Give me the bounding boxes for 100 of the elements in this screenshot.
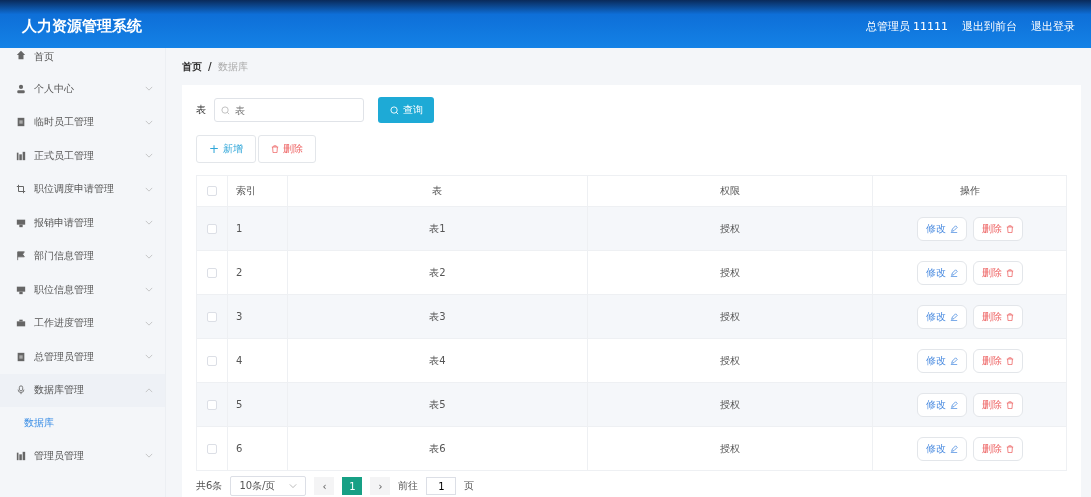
menu-item[interactable]: 报销申请管理	[0, 206, 165, 240]
pencil-icon	[949, 312, 958, 321]
row-checkbox[interactable]	[207, 223, 217, 234]
pencil-icon	[949, 356, 958, 365]
trash-icon	[1005, 224, 1014, 233]
home-icon	[16, 50, 26, 60]
page-number[interactable]: 1	[342, 477, 363, 495]
edit-button[interactable]: 修改	[916, 260, 967, 285]
pencil-icon	[949, 444, 958, 453]
goto-label: 前往	[398, 479, 419, 493]
page-unit-label: 页	[464, 479, 475, 493]
chat-icon	[16, 217, 26, 228]
select-all-checkbox[interactable]	[207, 186, 217, 196]
table-cell: 表3	[287, 295, 587, 338]
table-cell: 授权	[586, 295, 872, 338]
trash-icon	[1005, 444, 1014, 453]
menu-item[interactable]: 首页	[0, 50, 165, 72]
table-cell: 表5	[287, 383, 587, 426]
delete-button[interactable]: 删除	[972, 392, 1023, 417]
chart-icon	[16, 450, 26, 461]
submenu-item[interactable]: 数据库	[0, 407, 165, 439]
pencil-icon	[949, 224, 958, 233]
page-size-select[interactable]: 10条/页	[230, 476, 307, 496]
chevron-icon	[145, 86, 153, 92]
add-button[interactable]: + 新增	[196, 135, 257, 163]
breadcrumb-separator: /	[208, 61, 212, 72]
menu-item[interactable]: 总管理员管理	[0, 340, 165, 374]
chevron-icon	[145, 287, 153, 293]
menu-item[interactable]: 数据库管理	[0, 373, 165, 407]
search-icon	[389, 105, 399, 115]
pencil-icon	[949, 268, 958, 277]
table-cell: 授权	[586, 383, 872, 426]
doc-icon	[16, 351, 26, 362]
edit-button[interactable]: 修改	[916, 436, 967, 461]
user-label: 总管理员 11111	[865, 18, 948, 34]
chevron-icon	[289, 482, 298, 490]
next-page-button[interactable]: ›	[370, 477, 391, 495]
breadcrumb-link[interactable]: 首页	[182, 59, 202, 74]
table-cell: 授权	[586, 427, 872, 470]
row-checkbox[interactable]	[207, 267, 217, 278]
chart-icon	[16, 150, 26, 161]
search-field[interactable]: 表	[214, 98, 364, 122]
edit-button[interactable]: 修改	[916, 304, 967, 329]
delete-button[interactable]: 删除	[972, 436, 1023, 461]
crop-icon	[16, 184, 26, 195]
delete-button[interactable]: 删除	[258, 135, 317, 163]
table-cell: 表6	[287, 427, 587, 470]
chevron-icon	[145, 153, 153, 159]
menu-item[interactable]: 管理员管理	[0, 439, 165, 473]
chevron-icon	[145, 220, 153, 226]
row-checkbox[interactable]	[207, 399, 217, 410]
row-checkbox[interactable]	[207, 311, 217, 322]
table-cell: 表1	[287, 207, 587, 250]
search-label: 表	[196, 103, 206, 117]
chevron-icon	[145, 320, 153, 326]
delete-button[interactable]: 删除	[972, 260, 1023, 285]
chevron-icon	[145, 119, 153, 125]
trash-icon	[271, 145, 280, 153]
mic-icon	[16, 385, 26, 396]
trash-icon	[1005, 356, 1014, 365]
chevron-icon	[145, 453, 153, 459]
chevron-icon	[145, 253, 153, 259]
trash-icon	[1005, 312, 1014, 321]
chevron-icon	[145, 186, 153, 192]
header-link[interactable]: 退出到前台	[962, 18, 1017, 34]
edit-button[interactable]: 修改	[916, 348, 967, 373]
menu-item[interactable]: 正式员工管理	[0, 139, 165, 173]
menu-item[interactable]: 部门信息管理	[0, 239, 165, 273]
header-link[interactable]: 退出登录	[1031, 18, 1075, 34]
table-cell: 5	[227, 383, 287, 426]
menu-item[interactable]: 临时员工管理	[0, 105, 165, 139]
table-cell: 授权	[586, 207, 872, 250]
row-checkbox[interactable]	[207, 443, 217, 454]
menu-item[interactable]: 职位信息管理	[0, 273, 165, 307]
total-count: 共6条	[196, 479, 223, 493]
chevron-icon	[145, 387, 153, 393]
delete-button[interactable]: 删除	[972, 216, 1023, 241]
table-cell: 6	[227, 427, 287, 470]
edit-button[interactable]: 修改	[916, 216, 967, 241]
table-cell: 1	[227, 207, 287, 250]
trash-icon	[1005, 400, 1014, 409]
trash-icon	[1005, 268, 1014, 277]
doc-icon	[16, 117, 26, 128]
edit-button[interactable]: 修改	[916, 392, 967, 417]
chat-icon	[16, 284, 26, 295]
case-icon	[16, 318, 26, 329]
delete-button[interactable]: 删除	[972, 348, 1023, 373]
flag-icon	[16, 251, 26, 262]
menu-item[interactable]: 工作进度管理	[0, 306, 165, 340]
goto-page-field[interactable]: 1	[426, 477, 457, 495]
menu-item[interactable]: 个人中心	[0, 72, 165, 106]
menu-item[interactable]: 职位调度申请管理	[0, 172, 165, 206]
user-icon	[16, 83, 26, 94]
search-button[interactable]: 查询	[378, 97, 434, 123]
row-checkbox[interactable]	[207, 355, 217, 366]
chevron-icon	[145, 354, 153, 360]
delete-button[interactable]: 删除	[972, 304, 1023, 329]
pencil-icon	[949, 400, 958, 409]
breadcrumb-current: 数据库	[217, 59, 248, 74]
prev-page-button[interactable]: ‹	[314, 477, 335, 495]
